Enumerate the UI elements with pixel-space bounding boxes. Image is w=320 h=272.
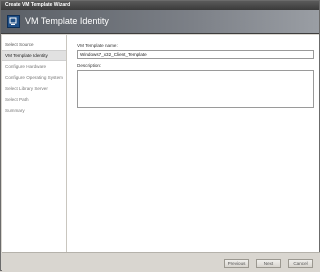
description-input[interactable] [77, 70, 314, 108]
wizard-content: VM Template name: Description: [67, 35, 319, 252]
previous-button[interactable]: Previous [224, 259, 249, 268]
description-label: Description: [77, 63, 102, 68]
nav-item-configure-hardware[interactable]: Configure Hardware [2, 61, 66, 72]
wizard-icon [7, 15, 20, 28]
template-name-label: VM Template name: [77, 43, 118, 48]
nav-item-select-path[interactable]: Select Path [2, 94, 66, 105]
wizard-steps-nav: Select Source VM Template Identity Confi… [2, 35, 67, 252]
nav-item-select-library-server[interactable]: Select Library Server [2, 83, 66, 94]
wizard-window: Create VM Template Wizard VM Template Id… [0, 0, 320, 272]
nav-item-select-source[interactable]: Select Source [2, 39, 66, 50]
cancel-button[interactable]: Cancel [288, 259, 313, 268]
template-name-input[interactable] [77, 50, 314, 59]
wizard-header: VM Template Identity [1, 10, 319, 34]
nav-item-summary[interactable]: Summary [2, 105, 66, 116]
wizard-footer: Previous Next Cancel [2, 252, 320, 272]
window-title: Create VM Template Wizard [1, 1, 319, 10]
page-title: VM Template Identity [25, 16, 109, 26]
nav-item-configure-operating-system[interactable]: Configure Operating System [2, 72, 66, 83]
next-button[interactable]: Next [256, 259, 281, 268]
nav-item-vm-template-identity[interactable]: VM Template Identity [2, 50, 66, 61]
